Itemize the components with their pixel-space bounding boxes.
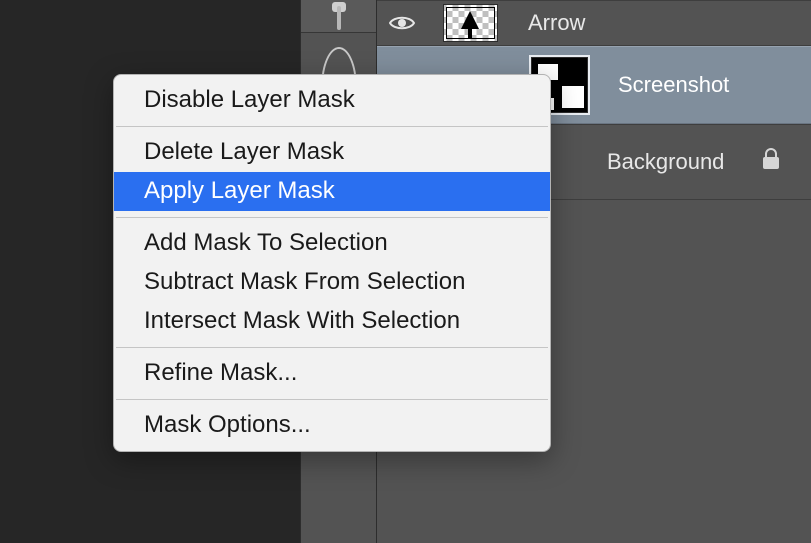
wand-icon [329,2,349,30]
menu-separator [116,399,548,400]
menu-item-apply-layer-mask[interactable]: Apply Layer Mask [114,172,550,211]
menu-item-disable-layer-mask[interactable]: Disable Layer Mask [114,81,550,120]
lock-icon[interactable] [761,148,781,176]
menu-separator [116,347,548,348]
menu-item-refine-mask[interactable]: Refine Mask... [114,354,550,393]
menu-item-delete-layer-mask[interactable]: Delete Layer Mask [114,133,550,172]
layer-name[interactable]: Screenshot [618,72,729,98]
visibility-toggle[interactable] [377,14,427,32]
tool-slot-top[interactable] [301,0,376,33]
eye-icon [389,14,415,32]
menu-item-mask-options[interactable]: Mask Options... [114,406,550,445]
menu-separator [116,217,548,218]
layer-row-arrow[interactable]: Arrow [377,0,811,46]
menu-separator [116,126,548,127]
menu-item-add-mask-to-selection[interactable]: Add Mask To Selection [114,224,550,263]
menu-item-subtract-mask-from-selection[interactable]: Subtract Mask From Selection [114,263,550,302]
layer-name[interactable]: Background [607,149,724,175]
menu-item-intersect-mask-with-selection[interactable]: Intersect Mask With Selection [114,302,550,341]
layer-name[interactable]: Arrow [528,10,585,36]
layer-thumbnail[interactable] [443,4,498,42]
layer-mask-context-menu: Disable Layer Mask Delete Layer Mask App… [113,74,551,452]
